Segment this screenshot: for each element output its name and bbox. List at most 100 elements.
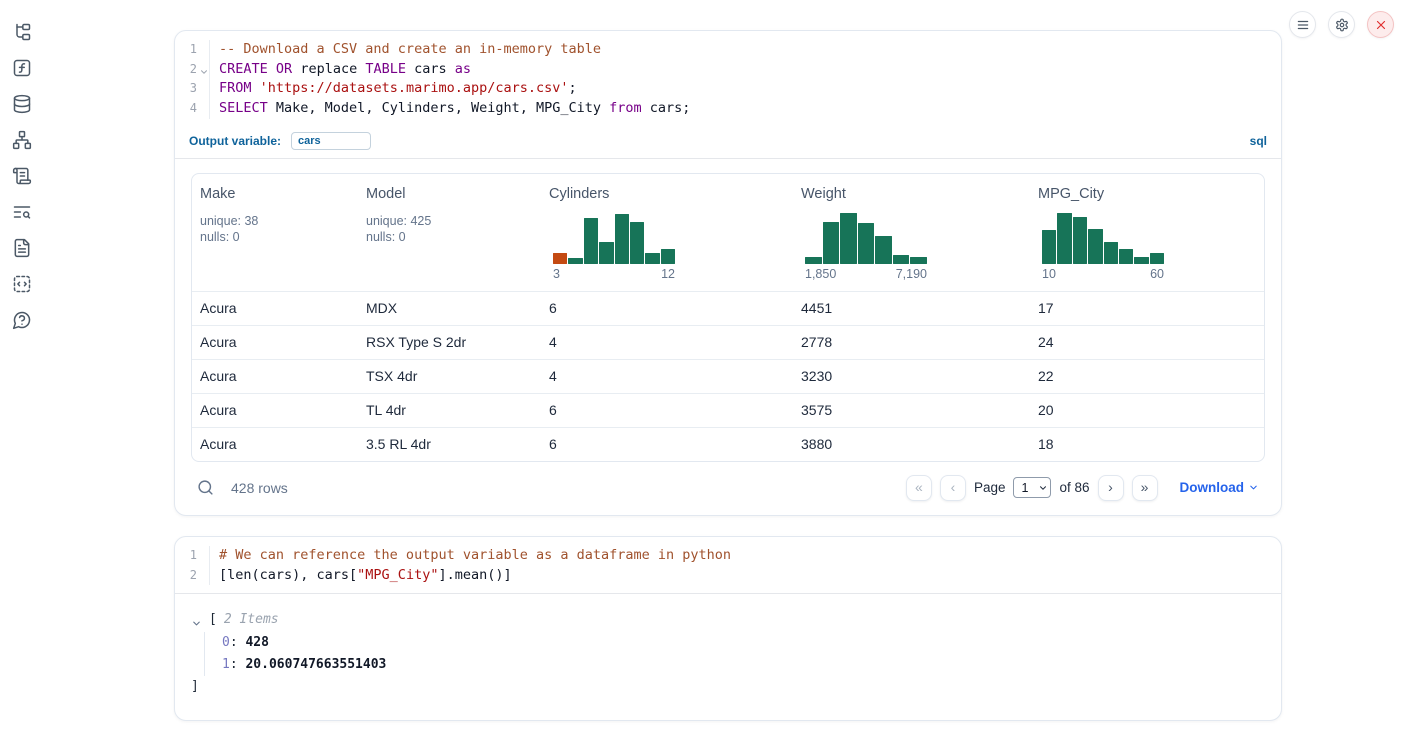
histogram-cylinders[interactable]: 312 [553,210,675,281]
code-line[interactable]: 3FROM 'https://datasets.marimo.app/cars.… [175,79,1281,99]
python-code-editor[interactable]: 1# We can reference the output variable … [175,537,1281,593]
column-stats: unique: 38nulls: 0 [200,213,350,245]
next-page-button[interactable]: › [1098,475,1124,501]
table-row[interactable]: AcuraMDX6445117 [192,291,1264,325]
first-page-button[interactable]: « [906,475,932,501]
close-icon [1374,18,1388,32]
table-cell: 3880 [793,428,1030,461]
code-text: SELECT Make, Model, Cylinders, Weight, M… [209,99,1281,119]
fold-chevron-icon[interactable] [199,64,209,74]
unique-count: unique: 425 [366,213,533,229]
pagination: « ‹ Page 1 of 86 › » Download [906,475,1259,501]
code-line[interactable]: 2CREATE OR replace TABLE cars as [175,60,1281,80]
column-title: Weight [801,186,1022,202]
item-index: 0 [222,635,230,650]
sql-code-editor[interactable]: 1 -- Download a CSV and create an in-memo… [175,31,1281,127]
snippets-icon[interactable] [12,274,32,294]
histogram-weight[interactable]: 1,8507,190 [805,210,927,281]
column-header-model[interactable]: Modelunique: 425nulls: 0 [358,174,541,291]
row-count: 428 rows [231,480,288,496]
histogram-bar [661,249,675,264]
output-variable-bar: Output variable: sql [175,127,1281,159]
line-number: 3 [175,79,209,99]
axis-min-label: 1,850 [805,267,836,281]
code-line[interactable]: 1 -- Download a CSV and create an in-memo… [175,40,1281,60]
documentation-icon[interactable] [12,238,32,258]
line-number: 4 [175,99,209,119]
settings-button[interactable] [1328,11,1355,38]
table-cell: Acura [192,292,358,325]
line-number: 1 [175,40,209,60]
shutdown-button[interactable] [1367,11,1394,38]
histogram-bar [858,223,875,264]
text-search-icon[interactable] [12,202,32,222]
menu-button[interactable] [1289,11,1316,38]
histogram-bar [553,253,567,264]
histogram-bar [645,253,659,264]
file-tree-icon[interactable] [12,22,32,42]
notebook-cells: 1 -- Download a CSV and create an in-memo… [174,30,1282,721]
database-icon[interactable] [12,94,32,114]
sql-cell: 1 -- Download a CSV and create an in-memo… [174,30,1282,516]
column-header-make[interactable]: Makeunique: 38nulls: 0 [192,174,358,291]
gear-icon [1335,18,1349,32]
column-header-cylinders[interactable]: Cylinders 312 [541,174,793,291]
last-page-button[interactable]: » [1132,475,1158,501]
list-item: 1: 20.060747663551403 [222,654,1265,676]
axis-min-label: 3 [553,267,560,281]
table-footer: 428 rows « ‹ Page 1 of 86 › » Download [191,474,1265,502]
histogram-axis-labels: 1,8507,190 [805,267,927,281]
table-header-row: Makeunique: 38nulls: 0Modelunique: 425nu… [192,174,1264,291]
histogram-bar [1104,242,1118,264]
download-button[interactable]: Download [1180,480,1260,495]
table-cell: Acura [192,428,358,461]
output-variable-label: Output variable: [189,134,281,148]
histogram-bars [805,210,927,264]
table-cell: 6 [541,394,793,427]
code-line[interactable]: 1# We can reference the output variable … [175,546,1281,566]
table-cell: TSX 4dr [358,360,541,393]
table-cell: Acura [192,360,358,393]
code-text: CREATE OR replace TABLE cars as [209,60,1281,80]
table-cell: 17 [1030,292,1264,325]
code-line[interactable]: 4SELECT Make, Model, Cylinders, Weight, … [175,99,1281,119]
dependency-graph-icon[interactable] [12,130,32,150]
histogram-bar [584,218,598,264]
line-number: 2 [175,60,209,80]
list-open-bracket: [ [209,609,217,631]
left-panel-toolbar [0,0,44,729]
table-cell: 20 [1030,394,1264,427]
table-row[interactable]: AcuraTSX 4dr4323022 [192,359,1264,393]
table-row[interactable]: Acura3.5 RL 4dr6388018 [192,427,1264,461]
column-header-weight[interactable]: Weight 1,8507,190 [793,174,1030,291]
page-select[interactable]: 1 [1013,477,1051,498]
token-keyword: FROM [219,80,252,96]
list-close-bracket: ] [191,676,1265,698]
token-keyword: SELECT [219,100,268,116]
table-row[interactable]: AcuraTL 4dr6357520 [192,393,1264,427]
code-line[interactable]: 2[len(cars), cars["MPG_City"].mean()] [175,566,1281,586]
output-variable-input[interactable] [291,132,371,150]
separator: : [230,635,246,650]
token-keyword: CREATE [219,61,268,77]
column-header-mpg_city[interactable]: MPG_City1060 [1030,174,1264,291]
search-icon[interactable] [197,479,214,496]
column-stats: unique: 425nulls: 0 [366,213,533,245]
previous-page-button[interactable]: ‹ [940,475,966,501]
data-table: Makeunique: 38nulls: 0Modelunique: 425nu… [191,173,1265,462]
separator: : [230,657,246,672]
histogram-bar [1042,230,1056,264]
histogram-mpg_city[interactable]: 1060 [1042,210,1164,281]
help-icon[interactable] [12,310,32,330]
axis-min-label: 10 [1042,267,1056,281]
column-title: Cylinders [549,186,785,202]
token-comment: -- Download a CSV and create an in-memor… [219,41,601,57]
function-square-icon[interactable] [12,58,32,78]
collapse-chevron-icon[interactable] [191,615,202,626]
table-cell: 4 [541,326,793,359]
scroll-log-icon[interactable] [12,166,32,186]
token-string: "MPG_City" [357,567,438,583]
code-text: -- Download a CSV and create an in-memor… [209,40,1281,60]
table-row[interactable]: AcuraRSX Type S 2dr4277824 [192,325,1264,359]
histogram-bar [1119,249,1133,264]
